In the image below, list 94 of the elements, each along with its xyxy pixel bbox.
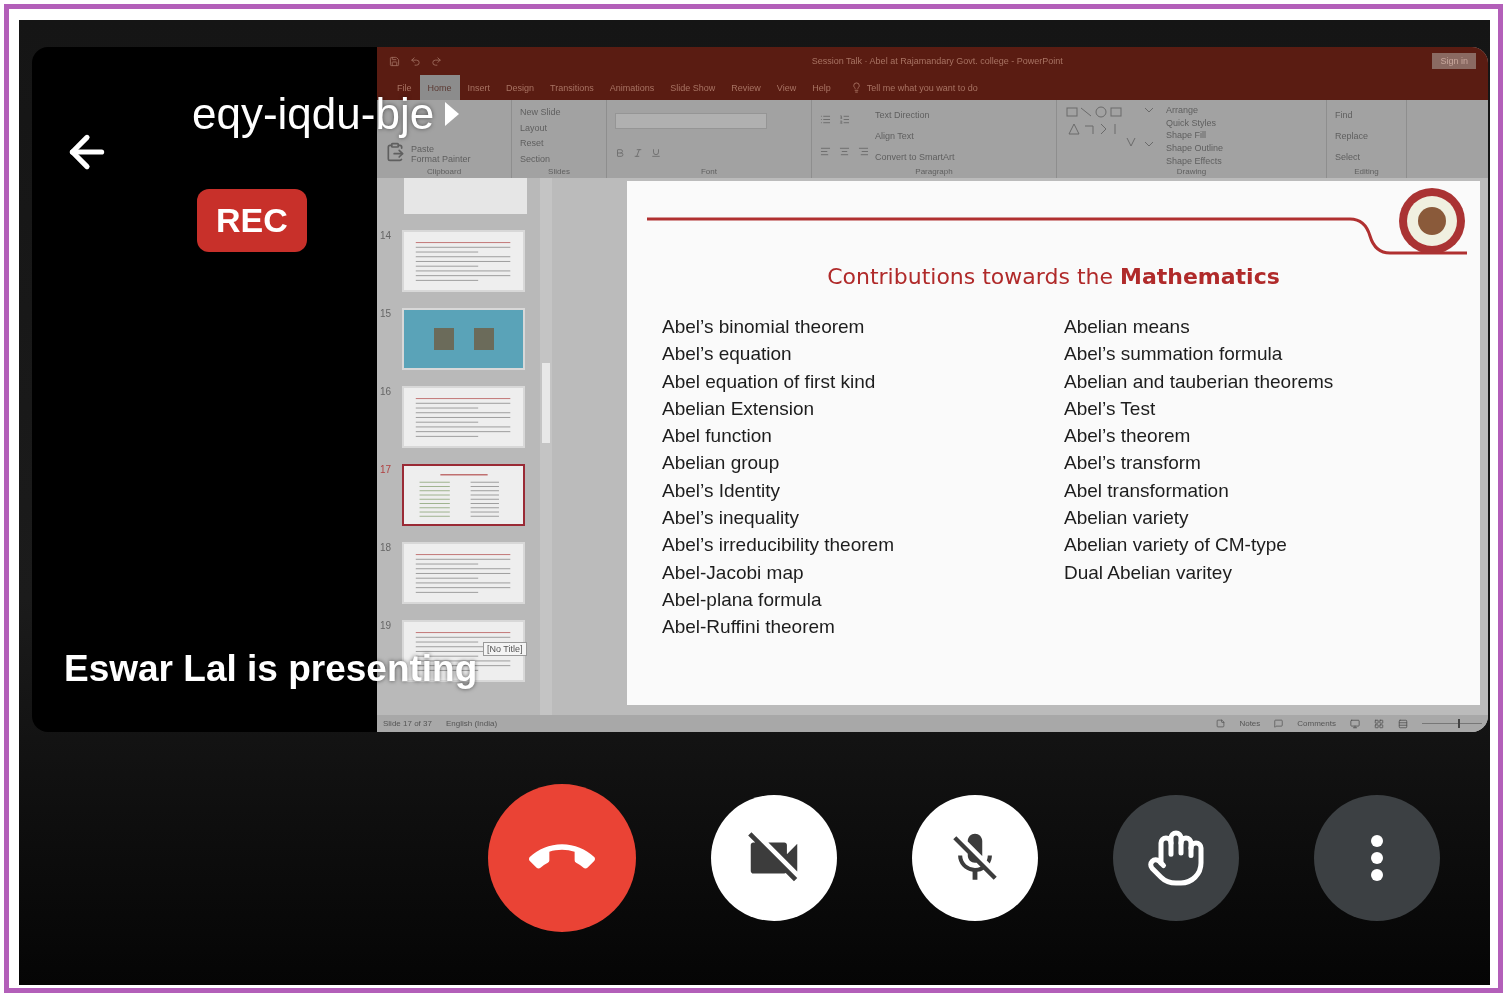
recording-badge: REC (197, 189, 307, 252)
ribbon-command[interactable]: Shape Outline (1166, 143, 1224, 154)
ribbon-tab[interactable]: View (768, 75, 805, 100)
comments-button[interactable]: Comments (1297, 719, 1336, 728)
list-item: Abel’s irreducibility theorem (662, 533, 895, 558)
scrollbar-thumb[interactable] (542, 363, 550, 443)
list-item: Abelian and tauberian theorems (1064, 369, 1335, 394)
ribbon-command[interactable]: Format Painter (411, 154, 471, 164)
list-item: Abel’s inequality (662, 506, 800, 531)
list-item: Abel-Jacobi map (662, 560, 805, 585)
hand-icon (1146, 828, 1206, 888)
ribbon-group-label: Drawing (1175, 167, 1208, 176)
redo-icon[interactable] (431, 55, 442, 67)
align-center-icon[interactable] (839, 145, 850, 157)
slide-number: 14 (380, 230, 393, 241)
notes-button[interactable]: Notes (1239, 719, 1261, 728)
ribbon-group-label: Font (700, 167, 718, 176)
numbered-list-icon[interactable] (839, 114, 850, 126)
ribbon-tab[interactable]: Slide Show (662, 75, 724, 100)
slide-number: 15 (380, 308, 393, 319)
undo-icon[interactable] (410, 55, 421, 67)
emblem-icon (1396, 185, 1468, 257)
language-label[interactable]: English (India) (445, 719, 498, 728)
list-item: Abelian group (662, 451, 781, 476)
window-title: Session Talk · Abel at Rajamandary Govt. college - PowerPoint (811, 56, 1063, 66)
ribbon-tab[interactable]: Insert (459, 75, 499, 100)
list-item: Abel’s binomial theorem (662, 315, 866, 339)
ribbon-tab[interactable]: Help (804, 75, 839, 100)
ribbon-tab[interactable]: Transitions (542, 75, 602, 100)
list-item: Abel transformation (1064, 478, 1230, 503)
align-right-icon[interactable] (858, 145, 869, 157)
ribbon-command[interactable]: Quick Styles (1166, 117, 1224, 128)
ribbon-command[interactable]: Reset (520, 138, 561, 149)
reading-view-icon[interactable] (1398, 718, 1408, 729)
ribbon-command[interactable]: Find (1335, 109, 1369, 120)
list-item: Abel-plana formula (662, 587, 823, 612)
bullet-list-icon[interactable] (820, 114, 831, 126)
ribbon-group-label: Editing (1353, 167, 1380, 176)
more-vertical-icon (1370, 834, 1384, 882)
tooltip: [No Title] (483, 642, 527, 656)
comments-icon[interactable] (1274, 719, 1284, 728)
list-item: Abel’s Test (1064, 396, 1157, 421)
bold-icon[interactable] (615, 147, 625, 158)
slide-position: Slide 17 of 37 (383, 719, 432, 728)
slide-thumbnail[interactable] (402, 464, 525, 526)
slide-number: 17 (380, 464, 393, 475)
list-item: Abelian means (1064, 315, 1191, 339)
slide-title: Contributions towards the Mathematics (826, 264, 1281, 289)
list-item: Abelian variety (1064, 506, 1190, 531)
list-item: Abel equation of first kind (662, 369, 877, 394)
list-item: Abelian variety of CM-type (1064, 533, 1288, 558)
photo-placeholder (433, 328, 454, 350)
slide-thumbnail[interactable] (404, 178, 527, 214)
ribbon-command[interactable]: Shape Effects (1166, 155, 1224, 166)
font-name-field[interactable] (615, 113, 767, 130)
notes-icon[interactable] (1216, 719, 1226, 728)
ribbon-tab[interactable]: Review (723, 75, 769, 100)
slide-number: 18 (380, 542, 393, 553)
list-item: Abelian Extension (662, 396, 816, 421)
lightbulb-icon[interactable] (850, 82, 862, 93)
ribbon-command[interactable]: Arrange (1166, 105, 1224, 116)
slide-sorter-icon[interactable] (1374, 718, 1384, 729)
ribbon-tab[interactable]: Home (419, 75, 460, 100)
tell-me-field[interactable]: Tell me what you want to do (866, 82, 978, 93)
list-item: Abel’s Identity (662, 478, 781, 503)
ribbon-command[interactable]: Replace (1335, 130, 1369, 141)
caret-icon[interactable] (444, 101, 461, 127)
save-icon[interactable] (389, 55, 400, 67)
list-item: Abel-Ruffini theorem (662, 615, 836, 640)
ribbon-command[interactable]: Select (1335, 151, 1369, 162)
list-item: Abel’s transform (1064, 451, 1202, 476)
italic-icon[interactable] (633, 147, 643, 158)
ribbon-command[interactable]: New Slide (520, 106, 561, 117)
list-item: Abel’s theorem (1064, 424, 1192, 449)
photo-placeholder (473, 328, 494, 350)
list-item: Dual Abelian varitey (1064, 560, 1233, 585)
underline-icon[interactable] (651, 147, 661, 158)
normal-view-icon[interactable] (1350, 718, 1360, 729)
ribbon-command[interactable]: Paste (411, 144, 471, 154)
ribbon-tab[interactable]: Animations (601, 75, 663, 100)
ribbon-command[interactable]: Text Direction (875, 109, 955, 120)
slide-number: 16 (380, 386, 393, 397)
align-left-icon[interactable] (820, 145, 831, 157)
ribbon-command[interactable]: Align Text (875, 130, 955, 141)
paste-icon[interactable] (385, 142, 405, 162)
ribbon-command[interactable]: Layout (520, 122, 561, 133)
list-item: Abel’s summation formula (1064, 342, 1284, 367)
ribbon-command[interactable]: Convert to SmartArt (875, 151, 955, 162)
ribbon-command[interactable]: Section (520, 154, 561, 165)
ribbon-tab[interactable]: Design (498, 75, 543, 100)
slide-number: 19 (380, 620, 393, 631)
list-item: Abel’s equation (662, 342, 793, 367)
list-item: Abel function (662, 424, 773, 449)
ribbon-group-label: Paragraph (914, 167, 954, 176)
